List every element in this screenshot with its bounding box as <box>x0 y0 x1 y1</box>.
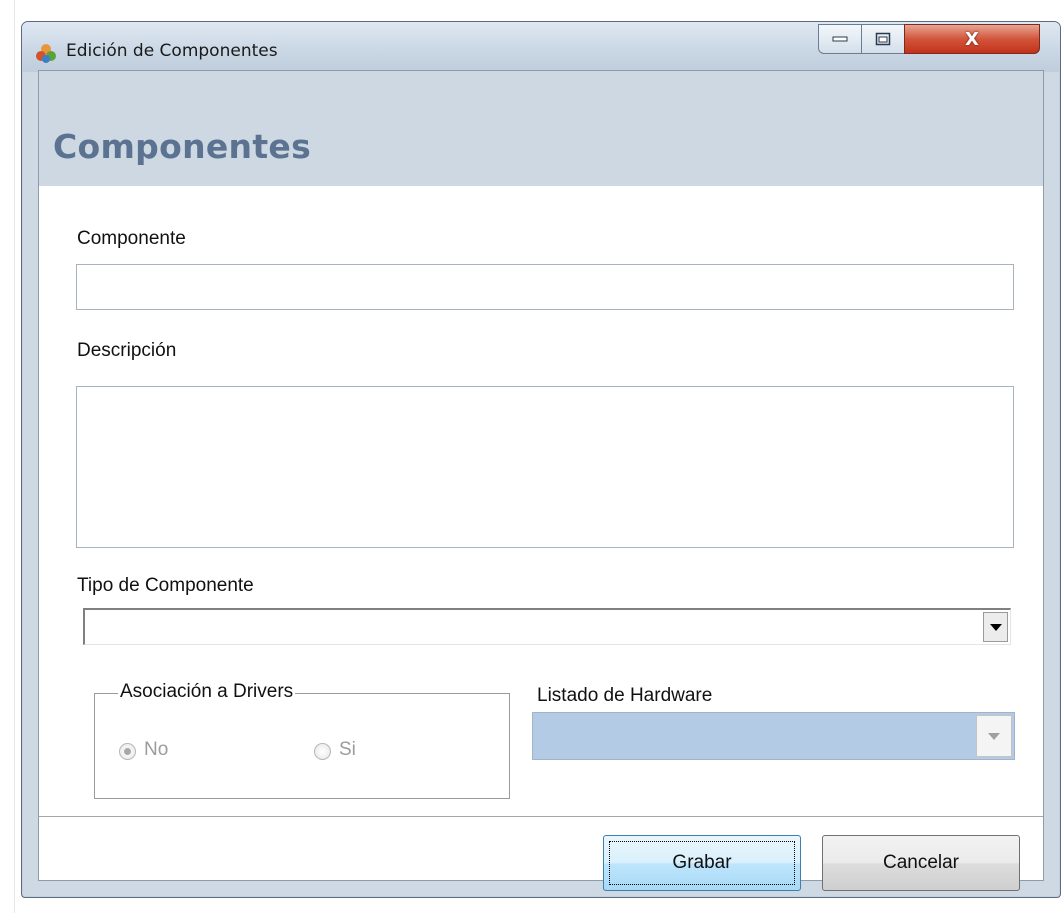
dialog-client-area: Componentes Componente Descripción Tipo … <box>38 70 1044 891</box>
radio-si-label: Si <box>339 739 356 760</box>
minimize-icon <box>832 36 848 42</box>
cancelar-label: Cancelar <box>882 852 960 873</box>
descripcion-textarea[interactable] <box>76 386 1014 548</box>
title-bar[interactable]: Edición de Componentes X <box>22 22 1060 72</box>
dialog-window: Edición de Componentes X Componentes Com… <box>21 21 1061 898</box>
hardware-label: Listado de Hardware <box>537 685 713 706</box>
radio-no-label: No <box>144 739 169 760</box>
chevron-down-icon <box>989 623 1002 631</box>
maximize-icon <box>875 32 891 46</box>
close-button[interactable]: X <box>904 24 1040 54</box>
footer-divider <box>39 816 1043 817</box>
chevron-down-icon <box>988 732 1000 740</box>
hardware-dropdown-button[interactable] <box>976 715 1012 757</box>
tipo-dropdown-button[interactable] <box>983 612 1008 642</box>
page-title: Componentes <box>53 127 312 166</box>
radio-selected-dot <box>124 748 131 755</box>
backdrop-edge <box>14 0 15 913</box>
focus-rectangle <box>609 841 795 885</box>
minimize-button[interactable] <box>818 24 862 54</box>
grabar-button[interactable]: Grabar <box>603 835 801 891</box>
radio-no[interactable] <box>119 743 136 760</box>
cancelar-button[interactable]: Cancelar <box>822 835 1020 891</box>
componente-input[interactable] <box>76 264 1014 310</box>
descripcion-label: Descripción <box>77 340 177 361</box>
tipo-componente-label: Tipo de Componente <box>77 575 254 596</box>
radio-si[interactable] <box>314 743 331 760</box>
componente-label: Componente <box>77 228 186 249</box>
app-icon <box>36 44 56 63</box>
hardware-select[interactable] <box>532 712 1015 760</box>
tipo-componente-select[interactable] <box>83 608 1011 645</box>
drivers-group-title: Asociación a Drivers <box>118 681 296 703</box>
maximize-button[interactable] <box>861 24 905 54</box>
close-icon: X <box>965 28 979 50</box>
window-title: Edición de Componentes <box>66 41 278 61</box>
